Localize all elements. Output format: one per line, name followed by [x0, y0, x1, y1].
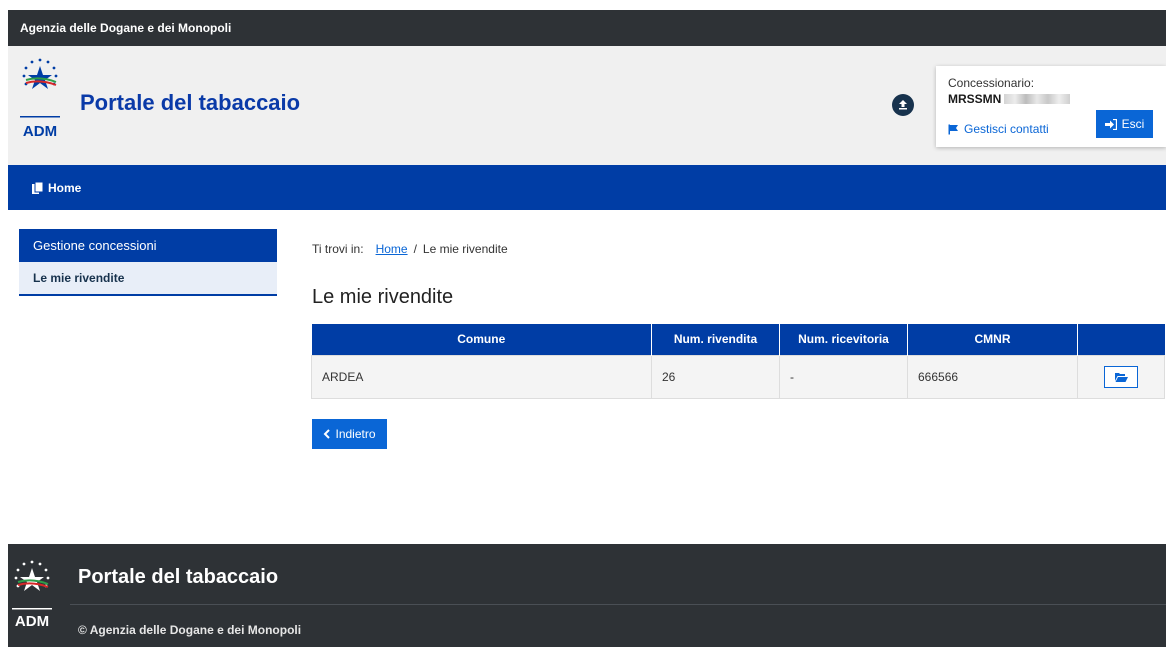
- redacted-user-code: [1004, 94, 1070, 104]
- footer-copyright: © Agenzia delle Dogane e dei Monopoli: [78, 623, 302, 637]
- sidebar: Gestione concessioni Le mie rivendite: [19, 229, 277, 296]
- exit-label: Esci: [1121, 117, 1145, 131]
- column-header-num-ricevitoria: Num. ricevitoria: [779, 324, 908, 355]
- user-code: MRSSMN: [948, 92, 1002, 106]
- column-header-comune: Comune: [311, 324, 652, 355]
- breadcrumb-separator: /: [413, 242, 417, 256]
- agency-name: Agenzia delle Dogane e dei Monopoli: [20, 21, 232, 35]
- upload-button[interactable]: [892, 94, 914, 116]
- sign-in-icon: [1104, 118, 1117, 130]
- cell-cmnr: 666566: [907, 354, 1078, 399]
- footer-logo-text: ADM: [15, 613, 49, 630]
- agency-bar: Agenzia delle Dogane e dei Monopoli: [8, 10, 1166, 46]
- page-title: Le mie rivendite: [312, 286, 454, 308]
- back-label: Indietro: [335, 427, 376, 441]
- exit-button[interactable]: Esci: [1096, 110, 1153, 138]
- user-role-label: Concessionario:: [948, 76, 1035, 90]
- rivendite-table: Comune Num. rivendita Num. ricevitoria C…: [311, 324, 1165, 399]
- sidebar-section-title: Gestione concessioni: [19, 229, 277, 262]
- adm-footer-logo: ADM: [12, 560, 52, 630]
- breadcrumb: Ti trovi in: Home / Le mie rivendite: [312, 242, 508, 256]
- nav-home-label: Home: [48, 180, 82, 195]
- back-button[interactable]: Indietro: [312, 419, 387, 449]
- column-header-actions: [1077, 324, 1165, 355]
- cell-num-rivendita: 26: [651, 354, 780, 399]
- footer-title: Portale del tabaccaio: [78, 566, 279, 588]
- breadcrumb-home-link[interactable]: Home: [376, 242, 408, 256]
- nav-home-link[interactable]: Home: [32, 181, 81, 195]
- table-header-row: Comune Num. rivendita Num. ricevitoria C…: [311, 324, 1165, 355]
- footer-divider: [70, 604, 1166, 605]
- chevron-left-icon: [324, 429, 331, 439]
- folder-open-icon: [1114, 372, 1128, 382]
- sidebar-item-le-mie-rivendite[interactable]: Le mie rivendite: [19, 262, 277, 296]
- site-footer: ADM Portale del tabaccaio © Agenzia dell…: [8, 544, 1166, 647]
- cell-actions: [1077, 354, 1165, 399]
- files-icon: [32, 181, 43, 194]
- manage-contacts-label: Gestisci contatti: [964, 122, 1049, 136]
- breadcrumb-current: Le mie rivendite: [422, 242, 508, 256]
- upload-circle-icon: [899, 100, 907, 110]
- flag-icon: [948, 124, 958, 134]
- portal-title: Portale del tabaccaio: [80, 90, 301, 115]
- cell-num-ricevitoria: -: [779, 354, 908, 399]
- column-header-num-rivendita: Num. rivendita: [651, 324, 780, 355]
- table-row: ARDEA 26 - 666566: [311, 354, 1165, 399]
- user-panel: Concessionario: MRSSMN Gestisci contatti…: [936, 66, 1166, 147]
- logo-text: ADM: [23, 123, 57, 140]
- manage-contacts-link[interactable]: Gestisci contatti: [948, 122, 1049, 136]
- cell-comune: ARDEA: [311, 354, 652, 399]
- adm-logo[interactable]: ADM: [18, 54, 62, 144]
- column-header-cmnr: CMNR: [907, 324, 1078, 355]
- site-header: ADM Portale del tabaccaio Concessionario…: [8, 46, 1166, 165]
- main-navbar: Home: [8, 165, 1166, 210]
- breadcrumb-prefix: Ti trovi in:: [312, 242, 364, 256]
- open-rivendita-button[interactable]: [1104, 365, 1138, 388]
